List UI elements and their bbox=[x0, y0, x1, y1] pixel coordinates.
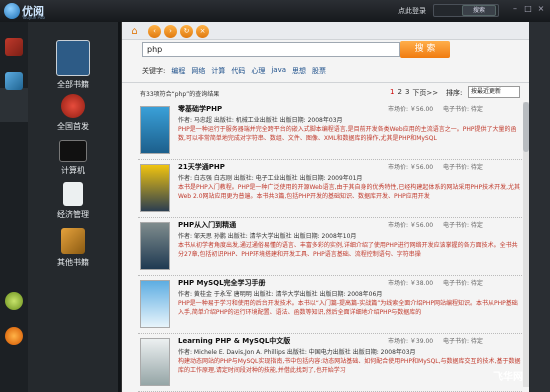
title-bar: 优阅 Youyue Pub 点此登录 搜索 – □ × bbox=[0, 0, 550, 22]
keyword-label: 关键字: bbox=[142, 67, 166, 75]
top-search-button[interactable]: 搜索 bbox=[462, 5, 496, 16]
book-title[interactable]: PHP MySQL完全学习手册 bbox=[178, 278, 266, 288]
sort-select[interactable]: 按最近更新 bbox=[468, 86, 520, 98]
window-controls: – □ × bbox=[510, 4, 546, 14]
category-other[interactable]: 其他书籍 bbox=[28, 228, 118, 268]
book-description: 本书从初学者角度出发,通过通俗易懂的语言、丰富多彩的实例,详细介绍了使用PHP进… bbox=[178, 242, 518, 258]
search-button[interactable]: 搜 索 bbox=[400, 41, 450, 58]
category-label: 全部书籍 bbox=[57, 80, 89, 89]
watermark: 飞华网 bbox=[493, 372, 523, 383]
book-cover[interactable] bbox=[140, 280, 170, 328]
strip-active-highlight bbox=[0, 88, 30, 122]
refresh-icon[interactable]: ↻ bbox=[180, 25, 193, 38]
book-title[interactable]: 零基础学PHP bbox=[178, 104, 222, 114]
book-meta: 作者: 白志强 白志刚 出版社: 电子工业出版社 出版日期: 2009年01月 bbox=[178, 175, 363, 182]
book-price: 市场价: ￥56.00 bbox=[388, 164, 434, 171]
page-link[interactable]: 2 bbox=[397, 88, 401, 98]
ebook-price: 电子书价: 待定 bbox=[443, 280, 483, 287]
other-books-icon bbox=[61, 228, 85, 254]
book-item[interactable]: 21天学通PHP 市场价: ￥56.00 电子书价: 待定 作者: 白志强 白志… bbox=[138, 160, 522, 218]
back-icon[interactable]: ‹ bbox=[148, 25, 161, 38]
keyword-link[interactable]: java bbox=[271, 66, 286, 76]
document-icon bbox=[63, 182, 83, 206]
page-current[interactable]: 1 bbox=[390, 88, 394, 98]
book-price: 市场价: ￥56.00 bbox=[388, 106, 434, 113]
category-computer[interactable]: 计算机 bbox=[28, 140, 118, 176]
book-price: 市场价: ￥56.00 bbox=[388, 222, 434, 229]
close-button[interactable]: × bbox=[536, 4, 546, 14]
book-description: 构建动态网站的PHP与MySQL实现指南,书中包括内容:动态网站基础、如何配合使… bbox=[178, 358, 521, 374]
book-price: 市场价: ￥39.00 bbox=[388, 338, 434, 345]
category-economics[interactable]: 经济管理 bbox=[28, 182, 118, 220]
book-item[interactable]: PHP从入门到精通 市场价: ￥56.00 电子书价: 待定 作者: 邹天思 孙… bbox=[138, 218, 522, 276]
navigation-toolbar: ⌂ ‹ › ↻ × bbox=[122, 22, 530, 40]
ebook-price: 电子书价: 待定 bbox=[443, 164, 483, 171]
right-gutter bbox=[529, 22, 550, 392]
stop-icon[interactable]: × bbox=[196, 25, 209, 38]
keyword-link[interactable]: 思想 bbox=[292, 66, 306, 76]
book-price: 市场价: ￥38.00 bbox=[388, 280, 434, 287]
sort-label: 排序: bbox=[446, 89, 463, 97]
book-description: 本书是PHP入门教程。PHP是一种广泛使用的开源Web语言,由于其自身的优秀特性… bbox=[178, 184, 521, 200]
main-content: ⌂ ‹ › ↻ × php 搜 索 关键字: 编程 网络 计算 代码 心理 ja… bbox=[121, 22, 530, 392]
book-title[interactable]: PHP从入门到精通 bbox=[178, 220, 236, 230]
book-description: PHP是一种运行于服务器端并完全跨平台的嵌入式脚本编程语言,是目前开发各类Web… bbox=[178, 126, 517, 142]
login-link[interactable]: 点此登录 bbox=[398, 6, 426, 16]
books-icon[interactable] bbox=[5, 38, 23, 56]
app-logo-icon bbox=[4, 3, 20, 19]
ebook-price: 电子书价: 待定 bbox=[443, 338, 483, 345]
book-cover[interactable] bbox=[140, 338, 170, 386]
book-title[interactable]: 21天学通PHP bbox=[178, 162, 225, 172]
next-page-link[interactable]: 下页>> bbox=[412, 88, 438, 98]
keyword-link[interactable]: 编程 bbox=[171, 66, 185, 76]
keyword-link[interactable]: 网络 bbox=[191, 66, 205, 76]
settings-gear-icon[interactable] bbox=[5, 292, 23, 310]
book-item[interactable]: 零基础学PHP 市场价: ￥56.00 电子书价: 待定 作者: 马忠超 出版社… bbox=[138, 102, 522, 160]
keyword-link[interactable]: 代码 bbox=[231, 66, 245, 76]
book-meta: 作者: 黄桂金 于永军 唐明明 出版社: 清华大学出版社 出版日期: 2008年… bbox=[178, 291, 383, 298]
category-label: 其他书籍 bbox=[57, 258, 89, 267]
book-cover[interactable] bbox=[140, 164, 170, 212]
category-label: 计算机 bbox=[61, 166, 85, 175]
search-input[interactable]: php bbox=[142, 42, 400, 57]
book-item[interactable]: Learning PHP & MySQL中文版 市场价: ￥39.00 电子书价… bbox=[138, 334, 522, 392]
minimize-button[interactable]: – bbox=[510, 4, 520, 14]
forward-icon[interactable]: › bbox=[164, 25, 177, 38]
help-icon[interactable] bbox=[5, 327, 23, 345]
book-description: PHP是一种易于学习和使用的后台开发技术。本书以“入门篇-提高篇-实战篇”为线索… bbox=[178, 300, 518, 316]
keyword-link[interactable]: 计算 bbox=[211, 66, 225, 76]
bookshelf-icon[interactable] bbox=[5, 72, 23, 90]
result-summary: 有33项符合“php”的查询结果 bbox=[140, 91, 220, 98]
category-label: 经济管理 bbox=[57, 210, 89, 219]
category-label: 全国首发 bbox=[57, 122, 89, 131]
computer-icon bbox=[59, 140, 87, 162]
category-all-books[interactable]: 全部书籍 bbox=[28, 40, 118, 90]
all-books-icon bbox=[56, 40, 90, 76]
keyword-link[interactable]: 股票 bbox=[312, 66, 326, 76]
book-cover[interactable] bbox=[140, 106, 170, 154]
ebook-price: 电子书价: 待定 bbox=[443, 222, 483, 229]
book-title[interactable]: Learning PHP & MySQL中文版 bbox=[178, 336, 290, 346]
page-link[interactable]: 3 bbox=[405, 88, 409, 98]
category-first-release[interactable]: 全国首发 bbox=[28, 94, 118, 132]
book-meta: 作者: 邹天思 孙鹏 出版社: 清华大学出版社 出版日期: 2008年10月 bbox=[178, 233, 357, 240]
divider bbox=[122, 82, 530, 83]
book-cover[interactable] bbox=[140, 222, 170, 270]
home-icon[interactable]: ⌂ bbox=[128, 25, 141, 38]
ebook-price: 电子书价: 待定 bbox=[443, 106, 483, 113]
keyword-bar: 关键字: 编程 网络 计算 代码 心理 java 思想 股票 bbox=[142, 66, 326, 76]
book-item[interactable]: PHP MySQL完全学习手册 市场价: ￥38.00 电子书价: 待定 作者:… bbox=[138, 276, 522, 334]
maximize-button[interactable]: □ bbox=[523, 4, 533, 14]
app-logo-subtitle: Youyue Pub bbox=[22, 15, 45, 20]
book-meta: 作者: Michele E. Davis,Jon A. Phillips 出版社… bbox=[178, 349, 416, 356]
pager: 1 2 3 下页>> bbox=[390, 88, 438, 98]
book-list: 零基础学PHP 市场价: ￥56.00 电子书价: 待定 作者: 马忠超 出版社… bbox=[138, 102, 522, 392]
book-meta: 作者: 马忠超 出版社: 机械工业出版社 出版日期: 2008年03月 bbox=[178, 117, 343, 124]
keyword-link[interactable]: 心理 bbox=[251, 66, 265, 76]
category-panel: 全部书籍 全国首发 计算机 经济管理 其他书籍 bbox=[28, 22, 118, 392]
left-icon-strip bbox=[0, 22, 30, 392]
new-release-icon bbox=[61, 94, 85, 118]
